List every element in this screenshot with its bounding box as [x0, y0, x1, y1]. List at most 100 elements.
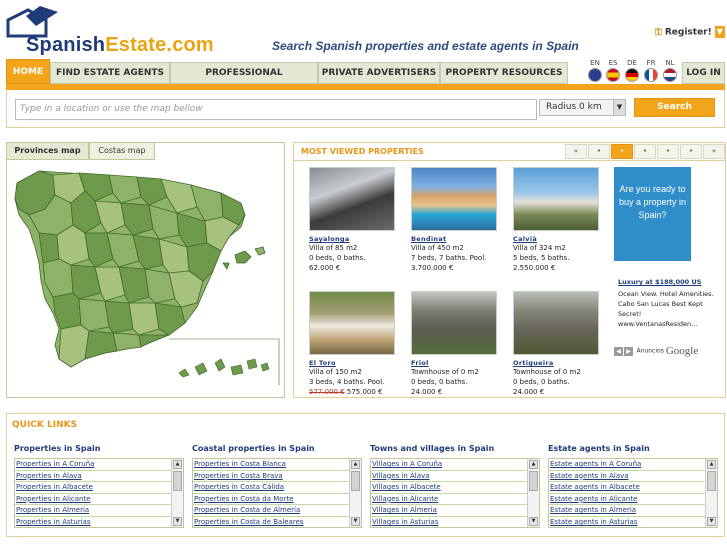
property-name-link[interactable]: El Toro	[309, 359, 404, 367]
tab-provinces-map[interactable]: Provinces map	[6, 142, 89, 160]
most-viewed-panel: MOST VIEWED PROPERTIES « • • • • • » Say…	[293, 142, 726, 398]
link-list: Properties in Costa Blanca Properties in…	[193, 459, 349, 527]
quick-link[interactable]: Properties in Alicante	[15, 494, 171, 506]
scrollbar[interactable]: ▲ ▼	[527, 459, 539, 527]
scrollbar[interactable]: ▲ ▼	[171, 459, 183, 527]
quick-link[interactable]: Properties in Albacete	[15, 482, 171, 494]
quick-link[interactable]: Properties in Costa de Baleares	[193, 517, 349, 527]
scroll-thumb[interactable]	[173, 471, 182, 491]
scroll-up-icon[interactable]: ▲	[173, 460, 182, 469]
lang-nl[interactable]: NL	[661, 59, 679, 82]
property-photo[interactable]	[411, 167, 497, 231]
quick-link[interactable]: Estate agents in Álava	[549, 471, 705, 483]
pager-dot-active[interactable]: •	[611, 144, 633, 159]
quick-link[interactable]: Properties in Costa Cálida	[193, 482, 349, 494]
quick-link[interactable]: Properties in A Coruña	[15, 459, 171, 471]
pager-dot[interactable]: •	[588, 144, 610, 159]
lang-es[interactable]: ES	[604, 59, 622, 82]
scroll-down-icon[interactable]: ▼	[173, 517, 182, 526]
property-price: 575.000 €	[346, 388, 383, 396]
lang-code: EN	[590, 59, 600, 67]
ad-banner[interactable]: Are you ready to buy a property in Spain…	[614, 167, 691, 261]
quick-link[interactable]: Properties in Almeria	[15, 505, 171, 517]
property-photo[interactable]	[309, 167, 395, 231]
pager-dot[interactable]: •	[680, 144, 702, 159]
scroll-down-icon[interactable]: ▼	[351, 517, 360, 526]
quick-link[interactable]: Villages in Almeria	[371, 505, 527, 517]
pager-dot[interactable]: •	[634, 144, 656, 159]
quick-link[interactable]: Properties in Costa de Almería	[193, 505, 349, 517]
quick-link[interactable]: Estate agents in Asturias	[549, 517, 705, 527]
quick-link[interactable]: Villages in A Coruña	[371, 459, 527, 471]
scrollbar[interactable]: ▲ ▼	[705, 459, 717, 527]
nav-property-resources[interactable]: PROPERTY RESOURCES	[440, 62, 568, 84]
map-panel: Provinces map Costas map	[6, 142, 285, 398]
quick-link[interactable]: Villages in Asturias	[371, 517, 527, 527]
scroll-up-icon[interactable]: ▲	[707, 460, 716, 469]
property-beds: 0 beds, 0 baths.	[309, 254, 366, 262]
pager-dot[interactable]: •	[657, 144, 679, 159]
quick-link[interactable]: Properties in Costa Brava	[193, 471, 349, 483]
main-nav: HOME FIND ESTATE AGENTS PROFESSIONAL ADV…	[6, 59, 725, 98]
nav-home[interactable]: HOME	[6, 59, 50, 84]
quick-link[interactable]: Villages in Álava	[371, 471, 527, 483]
location-search-input[interactable]: Type in a location or use the map bellow	[15, 99, 537, 120]
key-icon: ⚿	[655, 27, 662, 38]
property-type: Townhouse of 0 m2	[513, 368, 581, 376]
chevron-right-icon[interactable]: ▶	[624, 346, 633, 356]
quick-links-heading: Properties in Spain	[14, 444, 101, 453]
scroll-thumb[interactable]	[529, 471, 538, 491]
lang-fr[interactable]: FR	[642, 59, 660, 82]
pager-first[interactable]: «	[565, 144, 587, 159]
chevron-down-icon[interactable]: ▼	[714, 26, 725, 38]
spain-provinces-map[interactable]	[9, 163, 281, 395]
scroll-thumb[interactable]	[707, 471, 716, 491]
nav-log-in[interactable]: LOG IN	[682, 62, 725, 84]
quick-link[interactable]: Estate agents in Alicante	[549, 494, 705, 506]
quick-link[interactable]: Estate agents in Albacete	[549, 482, 705, 494]
ad-link[interactable]: Luxury at $188,000 US	[618, 278, 718, 286]
property-photo[interactable]	[309, 291, 395, 355]
lang-code: FR	[646, 59, 656, 67]
quick-link[interactable]: Estate agents in Almeria	[549, 505, 705, 517]
search-button[interactable]: Search	[634, 98, 715, 117]
property-name-link[interactable]: Friol	[411, 359, 506, 367]
quick-links-list: Estate agents in A Coruña Estate agents …	[548, 458, 718, 528]
scrollbar[interactable]: ▲ ▼	[349, 459, 361, 527]
scroll-down-icon[interactable]: ▼	[707, 517, 716, 526]
property-name-link[interactable]: Bendinat	[411, 235, 506, 243]
quick-link[interactable]: Properties in Asturias	[15, 517, 171, 527]
property-card: Bendinat Villa of 450 m2 7 beds, 7 baths…	[411, 167, 506, 273]
nav-professional-advertisers[interactable]: PROFESSIONAL ADVERTISERS	[170, 62, 318, 98]
quick-link[interactable]: Properties in Álava	[15, 471, 171, 483]
nav-find-estate-agents[interactable]: FIND ESTATE AGENTS	[50, 62, 170, 84]
property-name-link[interactable]: Sayalonga	[309, 235, 404, 243]
nav-private-advertisers[interactable]: PRIVATE ADVERTISERS	[318, 62, 440, 84]
scroll-up-icon[interactable]: ▲	[351, 460, 360, 469]
scroll-down-icon[interactable]: ▼	[529, 517, 538, 526]
quick-link[interactable]: Villages in Alicante	[371, 494, 527, 506]
quick-link[interactable]: Properties in Costa Blanca	[193, 459, 349, 471]
scroll-thumb[interactable]	[351, 471, 360, 491]
logo[interactable]: SpanishEstate.com	[6, 6, 264, 56]
chevron-left-icon[interactable]: ◀	[614, 346, 623, 356]
property-photo[interactable]	[513, 167, 599, 231]
property-name-link[interactable]: Ortigueira	[513, 359, 608, 367]
pager-last[interactable]: »	[703, 144, 725, 159]
property-photo[interactable]	[513, 291, 599, 355]
lang-de[interactable]: DE	[623, 59, 641, 82]
radius-select[interactable]: Radius 0 km ▼	[539, 99, 626, 116]
ad-block: Are you ready to buy a property in Spain…	[614, 167, 714, 387]
quick-link[interactable]: Properties in Costa da Morte	[193, 494, 349, 506]
google-logo[interactable]: Google	[666, 345, 698, 357]
property-name-link[interactable]: Calvià	[513, 235, 608, 243]
lang-en[interactable]: EN	[586, 59, 604, 82]
scroll-up-icon[interactable]: ▲	[529, 460, 538, 469]
chevron-down-icon: ▼	[613, 100, 625, 115]
tab-costas-map[interactable]: Costas map	[89, 142, 155, 160]
register-label: Register!	[664, 27, 712, 38]
quick-link[interactable]: Estate agents in A Coruña	[549, 459, 705, 471]
property-photo[interactable]	[411, 291, 497, 355]
register-link[interactable]: ⚿ Register! ▼	[655, 26, 725, 38]
quick-link[interactable]: Villages in Albacete	[371, 482, 527, 494]
